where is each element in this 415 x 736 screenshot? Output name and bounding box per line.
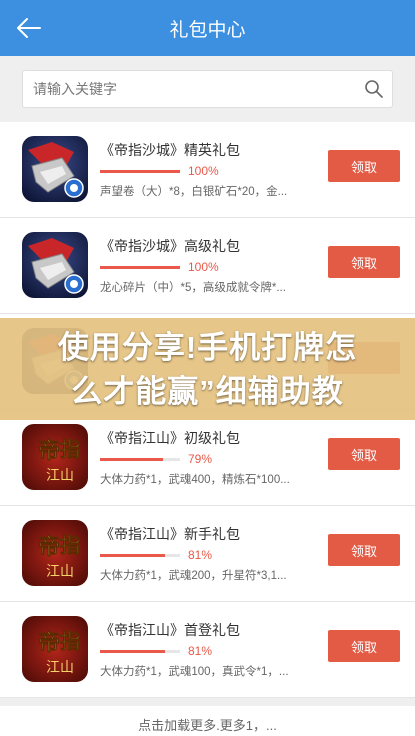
svg-text:帝: 帝 [38,438,60,464]
progress-fill [100,170,180,173]
list-item: 帝指江山 《帝指江山》首登礼包 81% 大体力药*1，武魂100，真武令*1，.… [0,602,415,698]
svg-text:指: 指 [60,533,80,557]
claim-button[interactable]: 领取 [328,630,400,662]
claim-button[interactable]: 领取 [328,534,400,566]
search-box [22,70,393,108]
claim-button[interactable]: 领取 [328,438,400,470]
claim-progress-bar [100,458,180,461]
header-bar: 礼包中心 [0,0,415,56]
claim-percent: 81% [188,548,213,562]
claim-progress-bar [100,650,180,653]
claim-percent: 100% [188,164,219,178]
claim-progress-bar [100,266,180,269]
svg-text:指: 指 [60,437,80,461]
claim-button[interactable]: 领取 [328,150,400,182]
svg-text:指: 指 [60,629,80,653]
page-title: 礼包中心 [169,20,246,41]
claim-button[interactable]: 领取 [328,246,400,278]
list-item: 《帝指沙城》精英礼包 100% 声望卷（大）*8，白银矿石*20，金... 领取 [0,122,415,218]
svg-text:江山: 江山 [46,660,74,676]
claim-percent: 81% [188,644,213,658]
gift-pack-title: 《帝指沙城》高级礼包 [100,238,240,254]
sand-city-game-icon[interactable] [22,232,88,298]
search-bar [0,56,415,120]
overlay-line-1: 使用分享!手机打牌怎 [57,330,358,365]
load-more-link[interactable]: 点击加载更多.更多1，... [0,706,415,736]
jiangshan-game-icon[interactable]: 帝指江山 [22,616,88,682]
gift-pack-description: 龙心碎片（中）*5，高级成就令牌*... [100,282,286,294]
claim-percent: 79% [188,452,213,466]
claim-progress-bar [100,170,180,173]
list-item: 帝指江山 《帝指江山》新手礼包 81% 大体力药*1，武魂200，升星符*3,1… [0,506,415,602]
svg-text:帝: 帝 [38,630,60,656]
svg-text:帝: 帝 [38,534,60,560]
gift-pack-title: 《帝指沙城》精英礼包 [100,142,240,158]
svg-text:江山: 江山 [46,564,74,580]
list-item: 《帝指沙城》高级礼包 100% 龙心碎片（中）*5，高级成就令牌*... 领取 [0,218,415,314]
claim-progress-bar [100,554,180,557]
sand-city-game-icon[interactable] [22,136,88,202]
svg-text:江山: 江山 [46,468,74,484]
progress-fill [100,650,165,653]
gift-pack-description: 声望卷（大）*8，白银矿石*20，金... [100,186,288,198]
gift-pack-title: 《帝指江山》新手礼包 [100,526,240,542]
gift-pack-description: 大体力药*1，武魂200，升星符*3,1... [100,570,287,582]
overlay-line-2: 么才能赢”细辅助教 [71,374,344,409]
progress-fill [100,266,180,269]
progress-fill [100,458,164,461]
overlay-headline: 使用分享!手机打牌怎 么才能赢”细辅助教 [0,326,415,414]
gift-pack-title: 《帝指江山》首登礼包 [100,622,240,638]
progress-fill [100,554,165,557]
claim-percent: 100% [188,260,219,274]
jiangshan-game-icon[interactable]: 帝指江山 [22,424,88,490]
promo-overlay-banner: 使用分享!手机打牌怎 么才能赢”细辅助教 [0,318,415,420]
search-input[interactable] [33,71,353,107]
gift-pack-description: 大体力药*1，武魂400，精炼石*100... [100,474,290,486]
gift-pack-title: 《帝指江山》初级礼包 [100,430,240,446]
list-item: 帝指江山 《帝指江山》初级礼包 79% 大体力药*1，武魂400，精炼石*100… [0,410,415,506]
gift-pack-description: 大体力药*1，武魂100，真武令*1，... [100,666,289,678]
jiangshan-game-icon[interactable]: 帝指江山 [22,520,88,586]
search-icon[interactable] [364,79,384,99]
